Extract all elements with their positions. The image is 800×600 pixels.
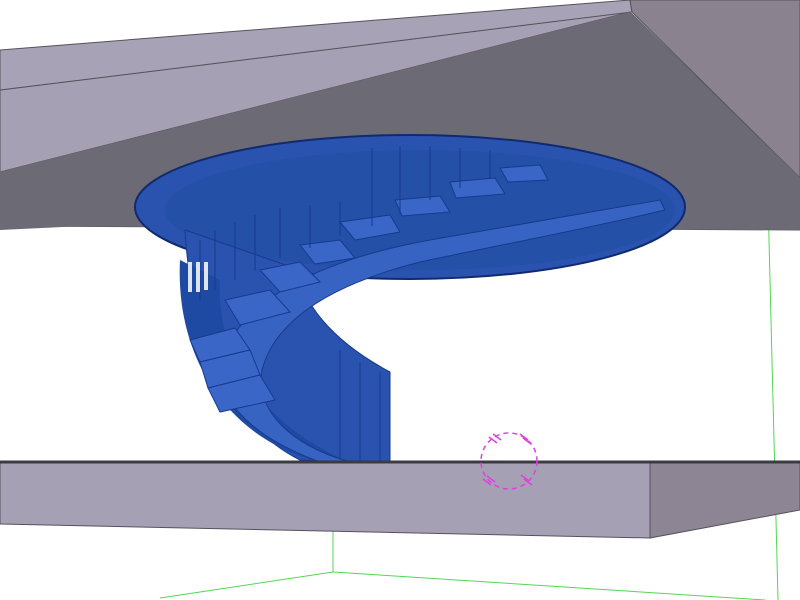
lower-slab-right-face (649, 462, 800, 539)
axis-line-horizontal-right (332, 571, 766, 600)
3d-viewport[interactable] (0, 0, 800, 600)
stair-gaps (188, 262, 208, 292)
stair-tread (499, 164, 549, 183)
stair-tread (394, 195, 451, 217)
spiral-staircase[interactable] (134, 134, 686, 463)
lower-slab[interactable] (0, 460, 800, 539)
stair-tread (449, 177, 506, 199)
lower-slab-front-face (0, 462, 651, 539)
axis-line-horizontal-left (159, 571, 334, 599)
